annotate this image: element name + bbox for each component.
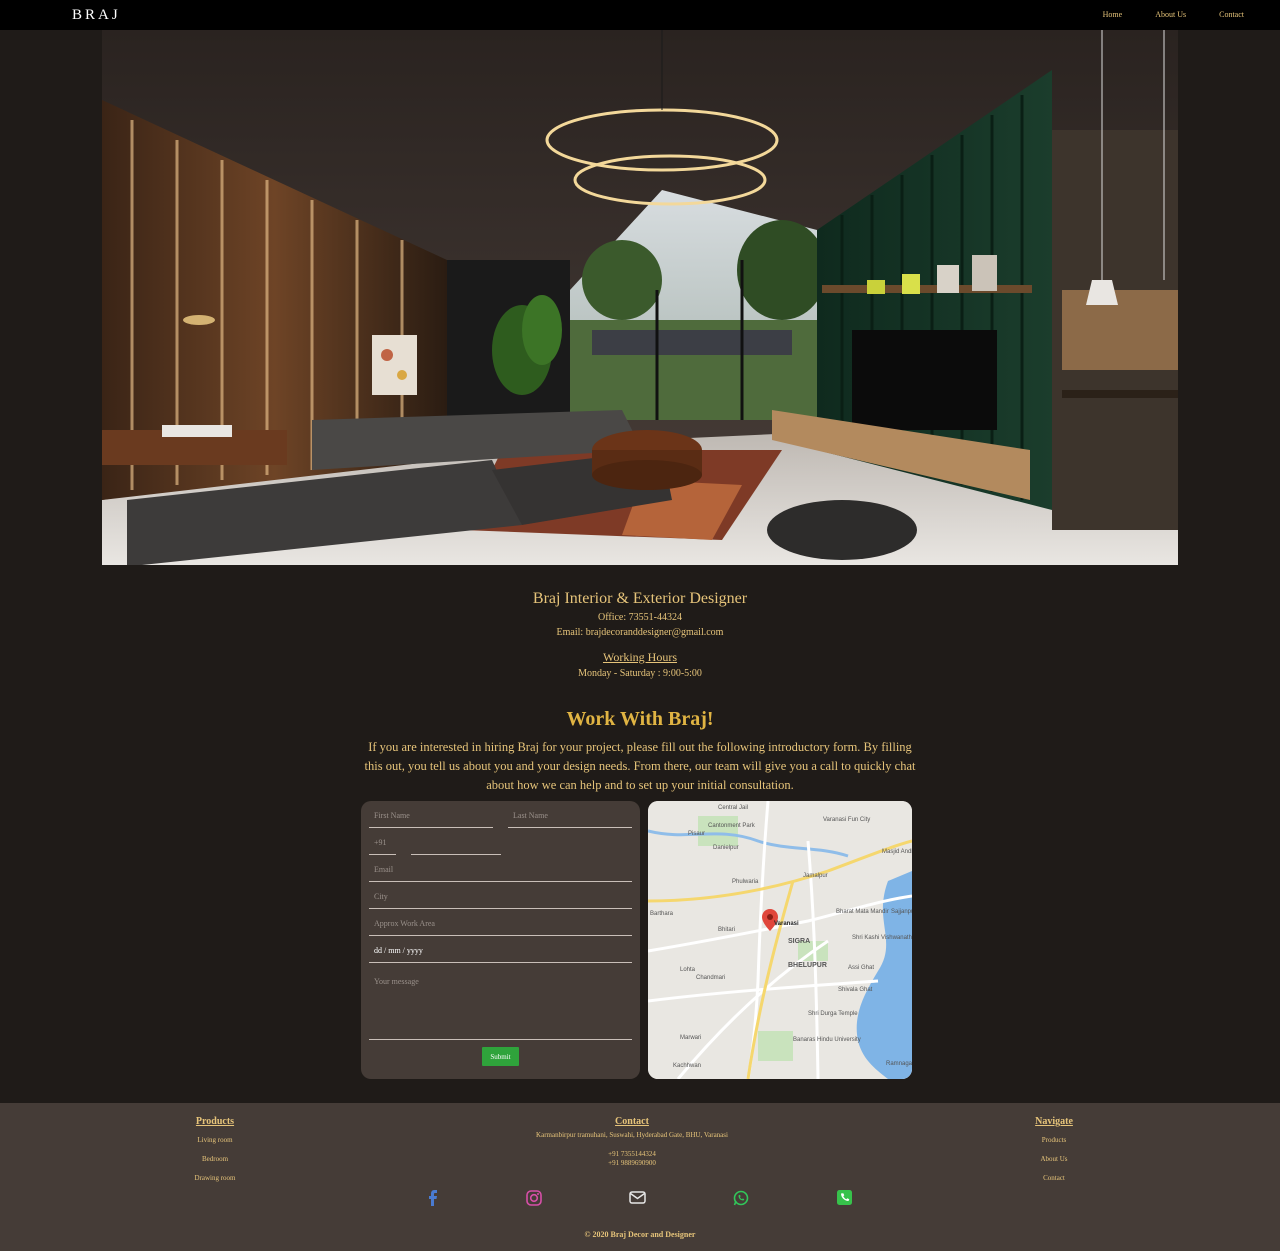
whatsapp-icon[interactable] (733, 1190, 749, 1211)
submit-button[interactable]: Submit (482, 1047, 519, 1066)
footer-product-living-room[interactable]: Living room (170, 1131, 260, 1150)
map-label: Masjid Andh (882, 849, 912, 855)
map-label: Phulwaria (732, 879, 759, 885)
map-label: Jamalpur (803, 873, 828, 879)
top-nav: BRAJ Home About Us Contact (0, 0, 1280, 30)
map-label: Varanasi (774, 921, 799, 927)
footer: Products Living room Bedroom Drawing roo… (0, 1103, 1280, 1251)
map-label: Shri Kashi Vishwanath Temple (852, 935, 912, 941)
footer-products: Products Living room Bedroom Drawing roo… (170, 1116, 260, 1188)
map-label: Danielpur (713, 845, 739, 851)
message-placeholder: Your message (374, 977, 419, 986)
footer-products-title: Products (195, 1116, 235, 1127)
brand-logo[interactable]: BRAJ (72, 7, 121, 24)
envelope-icon[interactable] (629, 1190, 646, 1210)
footer-navigate-title: Navigate (1035, 1116, 1073, 1127)
first-name-field[interactable]: First Name (369, 809, 493, 828)
map-label: Pisaur (688, 831, 705, 837)
hero-image (102, 30, 1178, 565)
city-field[interactable]: City (369, 890, 632, 909)
map-label: Assi Ghat (848, 965, 874, 971)
work-with-title: Work With Braj! (566, 708, 714, 730)
last-name-placeholder: Last Name (513, 811, 548, 820)
nav-link-contact[interactable]: Contact (1219, 10, 1244, 19)
map-label: Banaras Hindu University (793, 1037, 861, 1043)
office-email: Email: brajdecoranddesigner@gmail.com (556, 627, 724, 638)
instagram-icon[interactable] (526, 1190, 542, 1211)
footer-nav-about[interactable]: About Us (1014, 1150, 1094, 1169)
email-placeholder: Email (374, 865, 394, 874)
footer-phone-1: +91 7355144324 (608, 1150, 656, 1158)
footer-phone-2: +91 9889690900 (608, 1159, 656, 1167)
contact-info: Braj Interior & Exterior Designer Office… (0, 590, 1280, 679)
map-label: Bhitari (718, 927, 735, 933)
location-map[interactable]: Central Jail Varanasi Fun City Pisaur Canto… (648, 801, 912, 1079)
map-label: Cantonment Park (708, 823, 756, 829)
inquiry-form: First Name Last Name +91 Email City Appr… (361, 801, 640, 1079)
map-label: Kachhwan (673, 1063, 701, 1069)
map-label: Bharat Mata Mandir (836, 909, 889, 915)
footer-contact-title: Contact (615, 1116, 649, 1127)
map-label: Shivala Ghat (838, 987, 873, 993)
footer-product-bedroom[interactable]: Bedroom (170, 1150, 260, 1169)
map-canvas: Central Jail Varanasi Fun City PisaurCanto… (648, 801, 912, 1079)
office-phone: Office: 73551-44324 (598, 612, 682, 623)
copyright: © 2020 Braj Decor and Designer (584, 1230, 696, 1239)
footer-contact: Contact Karmanbirpur tramuhani, Suswahi,… (440, 1116, 824, 1167)
footer-product-drawing-room[interactable]: Drawing room (170, 1169, 260, 1188)
working-hours: Monday - Saturday : 9:00-5:00 (578, 668, 702, 679)
footer-nav-products[interactable]: Products (1014, 1131, 1094, 1150)
work-with-description: If you are interested in hiring Braj for… (364, 740, 916, 792)
work-area-placeholder: Approx Work Area (374, 919, 435, 928)
phone-field[interactable] (411, 836, 501, 855)
work-with-section: Work With Braj! If you are interested in… (0, 708, 1280, 795)
country-code-field[interactable]: +91 (369, 836, 396, 855)
map-label: Barthara (650, 911, 674, 917)
email-field[interactable]: Email (369, 863, 632, 882)
map-label: BHELUPUR (788, 962, 827, 969)
map-label: Marwari (680, 1035, 701, 1041)
phone-icon[interactable] (837, 1190, 852, 1210)
map-label: Lohta (680, 967, 696, 973)
nav-link-home[interactable]: Home (1103, 10, 1123, 19)
map-label: Sajjanpur (891, 909, 912, 915)
footer-address: Karmanbirpur tramuhani, Suswahi, Hyderab… (536, 1131, 728, 1139)
map-label: Shri Durga Temple (808, 1011, 858, 1017)
first-name-placeholder: First Name (374, 811, 410, 820)
date-field[interactable]: dd / mm / yyyy (369, 944, 632, 963)
map-label: Varanasi Fun City (823, 817, 870, 823)
footer-navigate: Navigate Products About Us Contact (1014, 1116, 1094, 1188)
company-name: Braj Interior & Exterior Designer (532, 590, 748, 607)
footer-nav-contact[interactable]: Contact (1014, 1169, 1094, 1188)
nav-links: Home About Us Contact (1103, 10, 1244, 19)
nav-link-about[interactable]: About Us (1155, 10, 1186, 19)
map-label: Ramnagar (886, 1061, 912, 1067)
last-name-field[interactable]: Last Name (508, 809, 632, 828)
facebook-icon[interactable] (426, 1190, 440, 1211)
country-code: +91 (374, 838, 387, 847)
city-placeholder: City (374, 892, 388, 901)
map-label: Central Jail (718, 805, 748, 811)
map-label: SIGRA (788, 938, 810, 945)
work-area-field[interactable]: Approx Work Area (369, 917, 632, 936)
working-hours-title: Working Hours (602, 650, 678, 664)
message-field[interactable]: Your message (369, 975, 632, 1040)
date-placeholder: dd / mm / yyyy (374, 946, 423, 955)
map-label: Chandmari (696, 975, 725, 981)
